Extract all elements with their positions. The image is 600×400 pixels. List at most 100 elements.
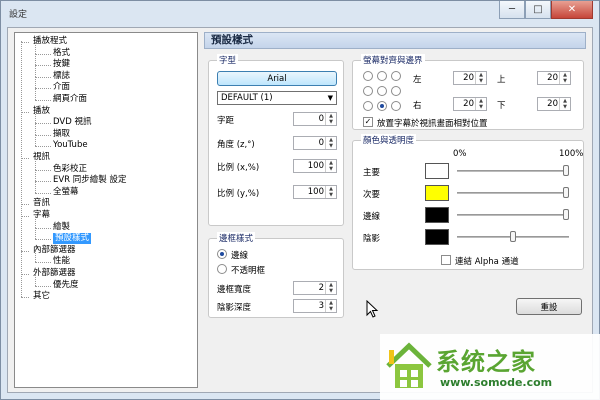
tree-connector [35, 216, 36, 228]
tree-connector [21, 42, 29, 43]
spacing-stepper[interactable]: 0 ▲ ▼ [293, 112, 337, 126]
tree-item[interactable]: 介面 [53, 82, 70, 93]
left-margin-label: 左 [413, 75, 422, 85]
right-margin-stepper[interactable]: 20 ▲ ▼ [453, 97, 487, 111]
close-button[interactable]: ✕ [551, 1, 593, 19]
tree-connector [35, 285, 51, 287]
tree-category[interactable]: 音訊 [33, 198, 50, 209]
tree-item[interactable]: 性能 [53, 256, 70, 267]
tree-category[interactable]: 外部篩選器 [33, 268, 76, 279]
updown-icon[interactable]: ▲ ▼ [475, 72, 486, 84]
tree-connector [35, 53, 51, 55]
border-width-stepper[interactable]: 2 ▲ ▼ [293, 281, 337, 295]
tree-item[interactable]: YouTube [53, 140, 88, 151]
color-swatch[interactable] [425, 163, 449, 179]
angle-stepper[interactable]: 0 ▲ ▼ [293, 136, 337, 150]
align-bottom-left-radio[interactable] [363, 101, 373, 111]
updown-icon[interactable]: ▲ ▼ [559, 98, 570, 110]
tree-connector [35, 100, 51, 101]
color-swatch[interactable] [425, 185, 449, 201]
settings-tree[interactable]: 播放程式 格式 按鍵 標誌 介面 網頁介面 播放 DVD 視訊 擷取 YouTube 視訊 色彩校正 E… [14, 32, 198, 388]
left-margin-stepper[interactable]: 20 ▲ ▼ [453, 71, 487, 85]
top-margin-value: 20 [547, 73, 558, 83]
link-alpha-checkbox[interactable] [441, 255, 451, 265]
tree-item[interactable]: DVD 視訊 [53, 117, 91, 128]
tree-connector [21, 274, 29, 275]
outline-radio[interactable] [217, 249, 227, 259]
tree-item[interactable]: 格式 [53, 48, 70, 59]
alpha-slider-track[interactable] [457, 192, 569, 194]
font-button[interactable]: Arial [217, 71, 337, 86]
mouse-cursor-icon [366, 300, 379, 318]
color-swatch[interactable] [425, 207, 449, 223]
tree-connector [35, 262, 51, 264]
opaque-box-label: 不透明框 [231, 266, 266, 276]
color-row-label: 邊線 [363, 212, 381, 222]
tree-connector [35, 76, 51, 78]
tree-item[interactable]: 標誌 [53, 71, 70, 82]
align-bottom-center-radio[interactable] [377, 101, 387, 111]
border-width-label: 邊框寬度 [217, 285, 252, 295]
alpha-slider-track[interactable] [457, 214, 569, 216]
opaque-box-radio[interactable] [217, 264, 227, 274]
align-top-left-radio[interactable] [363, 71, 373, 81]
tree-item[interactable]: 繪製 [53, 222, 70, 233]
updown-icon[interactable]: ▲ ▼ [325, 300, 336, 312]
align-middle-left-radio[interactable] [363, 86, 373, 96]
tree-category[interactable]: 播放程式 [33, 36, 67, 47]
updown-icon[interactable]: ▲ ▼ [325, 282, 336, 294]
tree-item[interactable]: 按鍵 [53, 59, 70, 70]
relative-position-checkbox[interactable]: ✓ [363, 117, 373, 127]
tree-item[interactable]: EVR 同步繪製 設定 [53, 175, 127, 186]
maximize-button[interactable]: □ [525, 1, 551, 19]
scale-x-stepper[interactable]: 100 ▲ ▼ [293, 159, 337, 173]
alpha-slider-thumb[interactable] [563, 209, 569, 220]
bottom-margin-value: 20 [547, 99, 558, 109]
align-top-center-radio[interactable] [377, 71, 387, 81]
minimize-button[interactable]: ─ [499, 1, 525, 19]
font-group: 字型 Arial DEFAULT (1) ▼ 字距 0 ▲ ▼ 角度 (z,°) 0… [208, 54, 344, 226]
left-margin-value: 20 [463, 73, 474, 83]
color-swatch[interactable] [425, 229, 449, 245]
updown-icon[interactable]: ▲ ▼ [325, 113, 336, 125]
charset-select[interactable]: DEFAULT (1) ▼ [217, 91, 337, 105]
align-bottom-right-radio[interactable] [391, 101, 401, 111]
align-middle-right-radio[interactable] [391, 86, 401, 96]
alpha-slider-thumb[interactable] [510, 231, 516, 242]
tree-item[interactable]: 全螢幕 [53, 187, 79, 198]
watermark-name: 系统之家 [436, 347, 536, 376]
updown-icon[interactable]: ▲ ▼ [559, 72, 570, 84]
reset-button[interactable]: 重設 [516, 298, 582, 315]
tree-category[interactable]: 內部篩選器 [33, 245, 76, 256]
top-margin-stepper[interactable]: 20 ▲ ▼ [537, 71, 571, 85]
title-bar[interactable]: 設定 ─ □ ✕ [1, 1, 599, 27]
tree-item[interactable]: 擷取 [53, 129, 70, 140]
align-top-right-radio[interactable] [391, 71, 401, 81]
tree-item[interactable]: 優先度 [53, 280, 79, 291]
alpha-slider-thumb[interactable] [563, 165, 569, 176]
tree-connector [21, 158, 29, 159]
tree-connector [21, 250, 29, 252]
updown-icon[interactable]: ▲ ▼ [325, 160, 336, 172]
tree-connector [35, 134, 51, 136]
shadow-depth-stepper[interactable]: 3 ▲ ▼ [293, 299, 337, 313]
bottom-margin-stepper[interactable]: 20 ▲ ▼ [537, 97, 571, 111]
tree-item[interactable]: 網頁介面 [53, 94, 87, 105]
tree-connector [35, 192, 51, 194]
updown-icon[interactable]: ▲ ▼ [475, 98, 486, 110]
align-middle-center-radio[interactable] [377, 86, 387, 96]
scale-y-stepper[interactable]: 100 ▲ ▼ [293, 185, 337, 199]
tree-connector [21, 216, 29, 217]
color-row-label: 陰影 [363, 234, 381, 244]
tree-category[interactable]: 其它 [33, 291, 50, 302]
alpha-slider-track[interactable] [457, 170, 569, 172]
updown-icon[interactable]: ▲ ▼ [325, 186, 336, 198]
updown-icon[interactable]: ▲ ▼ [325, 137, 336, 149]
right-margin-value: 20 [463, 99, 474, 109]
relative-position-label: 放置字幕於視訊畫面相對位置 [377, 119, 488, 129]
outline-label: 邊線 [231, 251, 249, 261]
tree-connector [35, 239, 51, 241]
tree-item[interactable]: 預設樣式 [53, 233, 92, 245]
tree-item[interactable]: 色彩校正 [53, 164, 87, 175]
alpha-slider-thumb[interactable] [563, 187, 569, 198]
